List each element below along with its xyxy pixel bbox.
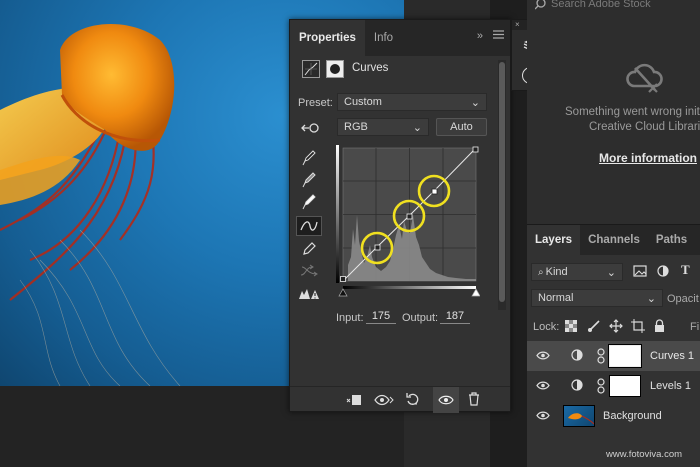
black-point-eyedropper-icon[interactable] xyxy=(302,150,316,169)
filter-pixel-icon[interactable] xyxy=(633,265,647,280)
curve-points-tool-icon[interactable] xyxy=(296,216,322,236)
lock-position-icon[interactable] xyxy=(609,319,623,336)
layer-mask-thumbnail[interactable] xyxy=(609,375,641,397)
view-previous-state-icon[interactable] xyxy=(374,393,394,410)
layer-mask-thumbnail[interactable] xyxy=(609,345,641,367)
search-icon xyxy=(534,0,547,13)
curves-graph-svg xyxy=(336,145,481,297)
preset-value: Custom xyxy=(344,96,382,108)
filter-adjustment-icon[interactable] xyxy=(657,265,669,280)
chevron-down-icon: ⌄ xyxy=(470,96,480,109)
input-label: Input: xyxy=(336,312,364,324)
white-input-slider[interactable] xyxy=(471,288,481,297)
input-gradient xyxy=(343,286,476,289)
tab-layers[interactable]: Layers xyxy=(527,225,581,255)
clip-to-layer-icon[interactable] xyxy=(346,393,362,410)
chevron-down-icon: ⌄ xyxy=(606,266,616,279)
background-thumbnail[interactable] xyxy=(563,405,595,427)
lock-artboard-icon[interactable] xyxy=(631,319,645,336)
filter-type-icon[interactable]: T xyxy=(681,262,690,278)
curve-point-midtones[interactable] xyxy=(406,213,413,220)
curves-graph[interactable] xyxy=(336,145,481,297)
error-message-line2: Creative Cloud Librarie xyxy=(589,121,700,133)
chevron-down-icon: ⌄ xyxy=(412,121,422,134)
properties-tabbar: Properties Info » xyxy=(290,20,510,56)
eye-icon[interactable] xyxy=(536,381,550,393)
blend-mode-dropdown[interactable]: Normal ⌄ xyxy=(531,289,663,307)
output-value[interactable]: 187 xyxy=(440,310,470,324)
auto-button[interactable]: Auto xyxy=(436,118,487,136)
smooth-curve-icon[interactable] xyxy=(300,264,318,281)
on-image-adjust-icon[interactable] xyxy=(300,121,320,138)
cloud-error-icon xyxy=(625,62,663,99)
black-input-slider[interactable] xyxy=(338,288,348,297)
curve-point-black[interactable] xyxy=(340,276,346,282)
eye-icon[interactable] xyxy=(536,351,550,363)
lock-all-icon[interactable] xyxy=(654,319,665,336)
layer-filter-dropdown[interactable]: ⌕ Kind ⌄ xyxy=(531,263,623,281)
input-value[interactable]: 175 xyxy=(366,310,396,324)
layers-tabbar: Layers Channels Paths xyxy=(527,225,700,255)
close-icon[interactable]: × xyxy=(515,20,520,30)
layers-panel: Layers Channels Paths ⌕ Kind ⌄ T Normal … xyxy=(527,224,700,467)
more-information-link[interactable]: More information xyxy=(599,151,697,165)
lock-label: Lock: xyxy=(533,321,560,333)
curve-point-shadows[interactable] xyxy=(374,244,381,251)
preset-dropdown[interactable]: Custom ⌄ xyxy=(337,93,487,111)
stock-search-input[interactable]: Search Adobe Stock xyxy=(551,0,651,10)
gray-point-eyedropper-icon[interactable] xyxy=(302,172,316,191)
adjustment-layer-icon xyxy=(571,379,583,394)
output-gradient xyxy=(336,145,339,283)
properties-scrollbar[interactable] xyxy=(498,60,506,310)
link-icon[interactable] xyxy=(597,378,605,397)
blend-mode-value: Normal xyxy=(538,292,574,304)
adjustment-title: Curves xyxy=(352,62,389,74)
adjustment-layer-icon xyxy=(571,349,583,364)
tab-channels[interactable]: Channels xyxy=(580,225,648,255)
scrollbar-thumb[interactable] xyxy=(499,62,505,302)
reset-icon[interactable] xyxy=(406,392,420,409)
lock-image-icon[interactable] xyxy=(587,319,601,336)
mask-icon[interactable] xyxy=(326,60,344,78)
properties-panel: Properties Info » Curves Preset: Custom … xyxy=(289,19,511,413)
layer-name: Background xyxy=(603,410,662,422)
libraries-panel: Search Adobe Stock Something went wrong … xyxy=(527,0,700,224)
layer-name: Curves 1 xyxy=(650,350,695,362)
white-point-eyedropper-icon[interactable] xyxy=(302,194,316,213)
channel-dropdown[interactable]: RGB ⌄ xyxy=(337,118,429,136)
error-message-line1: Something went wrong initi xyxy=(565,106,700,118)
layer-name: Levels 1 xyxy=(650,380,691,392)
clipping-warning-icon[interactable] xyxy=(298,286,320,303)
curve-point-highlights-selected[interactable] xyxy=(431,188,438,195)
tab-properties[interactable]: Properties xyxy=(290,20,365,56)
toggle-visibility-icon[interactable] xyxy=(433,387,459,413)
channel-value: RGB xyxy=(344,121,368,133)
tab-paths[interactable]: Paths xyxy=(648,225,695,255)
link-icon[interactable] xyxy=(597,348,605,367)
collapse-panel-icon[interactable]: » xyxy=(477,30,483,42)
tab-info[interactable]: Info xyxy=(365,20,402,56)
adjustment-header: Curves xyxy=(290,60,510,80)
layer-row-curves[interactable]: Curves 1 xyxy=(527,341,700,371)
preset-label: Preset: xyxy=(298,97,333,109)
output-label: Output: xyxy=(402,312,439,324)
layer-row-background[interactable]: Background xyxy=(527,401,700,431)
fill-label: Fi xyxy=(690,321,700,333)
layer-row-levels[interactable]: Levels 1 xyxy=(527,371,700,401)
eye-icon[interactable] xyxy=(536,411,550,423)
panel-menu-icon[interactable] xyxy=(493,30,504,42)
chevron-down-icon: ⌄ xyxy=(646,292,656,305)
delete-icon[interactable] xyxy=(468,392,480,409)
curve-point-white[interactable] xyxy=(472,146,479,153)
lock-transparency-icon[interactable] xyxy=(565,320,577,335)
pencil-tool-icon[interactable] xyxy=(302,242,316,259)
curves-adjustment-icon[interactable] xyxy=(302,60,320,78)
properties-footer xyxy=(290,386,510,413)
watermark: www.fotoviva.com xyxy=(606,449,683,460)
filter-value: Kind xyxy=(545,266,568,278)
opacity-label: Opacit xyxy=(667,293,699,305)
